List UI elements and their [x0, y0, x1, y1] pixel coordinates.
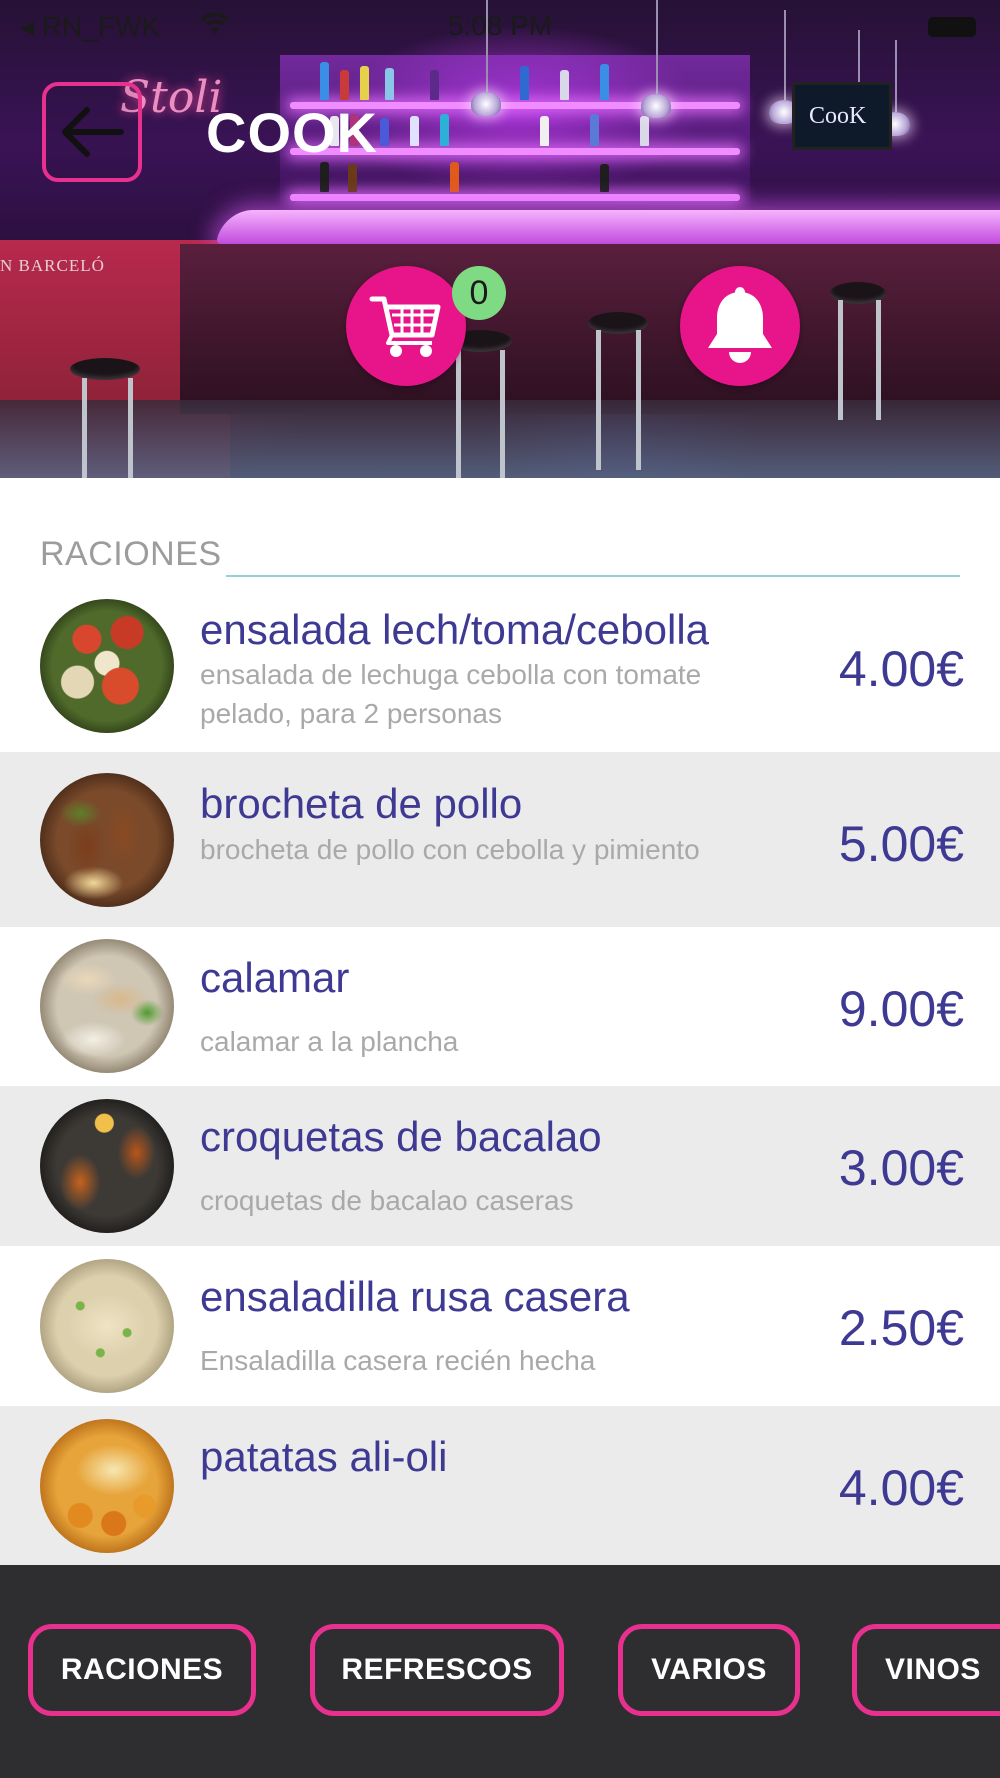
- bottle: [320, 162, 329, 192]
- item-name: patatas ali-oli: [200, 1433, 448, 1480]
- bottle: [440, 114, 449, 146]
- pendant-lamp: [471, 92, 501, 116]
- category-varios-button[interactable]: VARIOS: [618, 1624, 800, 1716]
- bottle: [410, 116, 419, 146]
- bottle: [590, 114, 599, 146]
- item-description: calamar a la plancha: [200, 1026, 459, 1057]
- bar-tv-screen: CooK: [792, 82, 892, 150]
- bar-stool-leg: [456, 350, 461, 478]
- menu-item[interactable]: ensalada lech/toma/cebolla ensalada de l…: [0, 593, 1000, 752]
- bottle: [360, 66, 369, 100]
- arrow-left-icon: [62, 107, 124, 157]
- item-description: croquetas de bacalao caseras: [200, 1185, 574, 1216]
- bar-stool-leg: [636, 330, 641, 470]
- item-price: 5.00€: [838, 816, 964, 872]
- bottle: [640, 116, 649, 146]
- bottle: [385, 68, 394, 100]
- menu-item[interactable]: calamar calamar a la plancha 9.00€: [0, 927, 1000, 1086]
- menu-list: ensalada lech/toma/cebolla ensalada de l…: [0, 593, 1000, 1565]
- category-refrescos-button[interactable]: REFRESCOS: [310, 1624, 564, 1716]
- bottle: [600, 64, 609, 100]
- item-price: 2.50€: [838, 1300, 964, 1356]
- notifications-button[interactable]: [680, 266, 800, 386]
- item-price: 4.00€: [838, 641, 964, 697]
- lamp-wire: [895, 40, 897, 112]
- bottle: [520, 66, 529, 100]
- item-photo: [40, 1259, 174, 1393]
- item-name: brocheta de pollo: [200, 780, 523, 827]
- bar-stool-leg: [838, 300, 843, 420]
- bar-stool-leg: [876, 300, 881, 420]
- item-photo: [40, 1419, 174, 1553]
- item-price: 9.00€: [838, 981, 964, 1037]
- bottle: [348, 164, 357, 192]
- section-title: RACIONES: [40, 535, 222, 573]
- bottle: [430, 70, 439, 100]
- pendant-lamp: [641, 94, 671, 118]
- shelf-light: [290, 194, 740, 201]
- menu-item[interactable]: brocheta de pollo brocheta de pollo con …: [0, 752, 1000, 927]
- item-photo: [40, 1099, 174, 1233]
- bottle: [380, 118, 389, 146]
- section-divider: [226, 575, 960, 577]
- header-banner: CooK Stoli N BARCELÓ: [0, 0, 1000, 478]
- bar-stool-leg: [128, 378, 133, 478]
- menu-item[interactable]: patatas ali-oli 4.00€: [0, 1406, 1000, 1565]
- category-nav: RACIONES REFRESCOS VARIOS VINOS: [0, 1565, 1000, 1778]
- item-photo: [40, 939, 174, 1073]
- item-description: Ensaladilla casera recién hecha: [200, 1345, 596, 1376]
- item-photo: [40, 773, 174, 907]
- bottle: [320, 62, 329, 100]
- item-price: 4.00€: [838, 1460, 964, 1516]
- category-vinos-button[interactable]: VINOS: [852, 1624, 1000, 1716]
- item-name: calamar: [200, 954, 350, 1001]
- back-button[interactable]: [42, 82, 142, 182]
- shopping-cart-icon: [369, 296, 441, 357]
- wall-sign: N BARCELÓ: [0, 256, 105, 275]
- item-name: ensaladilla rusa casera: [200, 1273, 630, 1320]
- item-description: ensalada de lechuga cebolla con tomate p…: [200, 659, 702, 729]
- bottle: [450, 162, 459, 192]
- clock: 5:08 PM: [447, 10, 553, 41]
- battery-icon: [928, 17, 976, 37]
- status-bar: ◂ RN_FWK 5:08 PM: [0, 0, 1000, 50]
- item-photo: [40, 599, 174, 733]
- bar-counter: [215, 210, 1000, 244]
- category-raciones-button[interactable]: RACIONES: [28, 1624, 256, 1716]
- item-description: brocheta de pollo con cebolla y pimiento: [200, 834, 700, 865]
- menu-item[interactable]: croquetas de bacalao croquetas de bacala…: [0, 1086, 1000, 1246]
- bottle: [340, 70, 349, 100]
- item-name: croquetas de bacalao: [200, 1113, 602, 1160]
- bottle: [540, 116, 549, 146]
- bottle: [600, 164, 609, 192]
- bar-stool-leg: [500, 350, 505, 478]
- bottle: [560, 70, 569, 100]
- bar-stool-leg: [596, 330, 601, 470]
- menu-item[interactable]: ensaladilla rusa casera Ensaladilla case…: [0, 1246, 1000, 1406]
- item-price: 3.00€: [838, 1140, 964, 1196]
- section-header: RACIONES: [40, 535, 960, 585]
- bell-icon: [708, 287, 772, 363]
- bar-stool: [70, 358, 140, 380]
- item-name: ensalada lech/toma/cebolla: [200, 606, 710, 653]
- cart-count-badge: 0: [452, 266, 506, 320]
- bar-stool-leg: [82, 378, 87, 478]
- page-title: COOK: [206, 101, 378, 164]
- cart-button[interactable]: [346, 266, 466, 386]
